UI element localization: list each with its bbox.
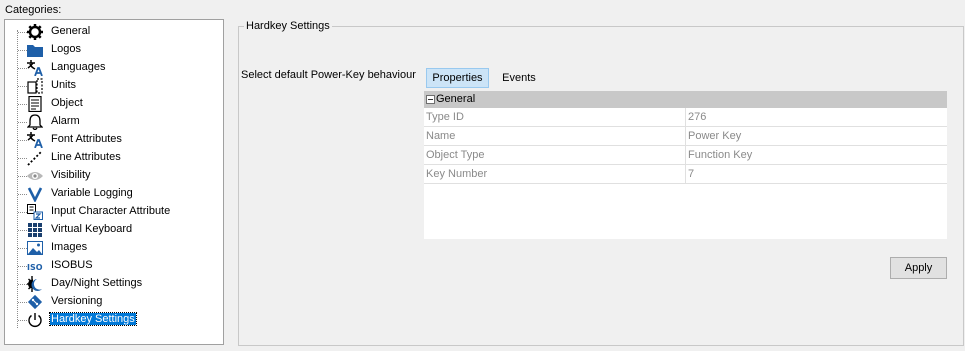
property-row[interactable]: Name Power Key xyxy=(424,127,947,146)
property-grid[interactable]: General Type ID 276 Name Power Key Objec… xyxy=(424,91,947,239)
property-key: Key Number xyxy=(426,168,488,180)
property-value: 7 xyxy=(688,168,695,180)
units-icon xyxy=(27,78,43,94)
tree-item-label: Units xyxy=(51,79,77,91)
bell-icon xyxy=(27,114,43,130)
property-value: Power Key xyxy=(688,130,742,142)
folder-icon xyxy=(27,42,43,58)
tree-item-object[interactable]: Object xyxy=(5,95,215,113)
gear-icon xyxy=(27,24,43,40)
tree-item-units[interactable]: Units xyxy=(5,77,215,95)
property-row[interactable]: Object Type Function Key xyxy=(424,146,947,165)
tree-item-label: Images xyxy=(51,241,88,253)
tree-item-label: General xyxy=(51,25,91,37)
day-night-icon xyxy=(27,276,43,292)
tree-item-line-attributes[interactable]: Line Attributes xyxy=(5,149,215,167)
versioning-icon xyxy=(27,294,43,310)
collapse-icon[interactable] xyxy=(426,95,435,104)
tree-item-label: Object xyxy=(51,97,83,109)
keyboard-icon xyxy=(27,222,43,238)
tree-item-label: Hardkey Settings xyxy=(49,312,137,326)
tree-item-label: Logos xyxy=(51,43,81,55)
categories-label: Categories: xyxy=(5,4,62,16)
tree-item-hardkey-settings[interactable]: Hardkey Settings xyxy=(5,311,215,329)
tree-item-label: Variable Logging xyxy=(51,187,133,199)
tree-item-label: Alarm xyxy=(51,115,80,127)
behaviour-label: Select default Power-Key behaviour xyxy=(241,69,416,81)
tree-item-label: Versioning xyxy=(51,295,103,307)
tree-item-general[interactable]: General xyxy=(5,23,215,41)
svg-text:ISO: ISO xyxy=(27,263,43,272)
tree-item-label: Visibility xyxy=(51,169,91,181)
tree-item-languages[interactable]: Languages xyxy=(5,59,215,77)
tree-item-logos[interactable]: Logos xyxy=(5,41,215,59)
font-icon xyxy=(27,132,43,148)
tree-item-label: Font Attributes xyxy=(51,133,122,145)
tab-events[interactable]: Events xyxy=(493,69,545,87)
input-char-icon xyxy=(27,204,43,220)
eye-icon xyxy=(27,168,43,184)
property-value: Function Key xyxy=(688,149,753,161)
tree-item-label: ISOBUS xyxy=(51,259,93,271)
section-title: General xyxy=(436,93,476,105)
tree-item-virtual-keyboard[interactable]: Virtual Keyboard xyxy=(5,221,215,239)
tree-item-font-attributes[interactable]: Font Attributes xyxy=(5,131,215,149)
tree-item-alarm[interactable]: Alarm xyxy=(5,113,215,131)
v-icon xyxy=(27,186,43,202)
tree-item-visibility[interactable]: Visibility xyxy=(5,167,215,185)
power-icon xyxy=(27,312,43,328)
property-key: Object Type xyxy=(426,149,485,161)
tree-item-isobus[interactable]: ISO ISOBUS xyxy=(5,257,215,275)
property-value: 276 xyxy=(688,111,707,123)
property-row[interactable]: Key Number 7 xyxy=(424,165,947,184)
groupbox-title: Hardkey Settings xyxy=(244,20,332,32)
apply-button[interactable]: Apply xyxy=(890,257,947,279)
image-icon xyxy=(27,240,43,256)
categories-tree[interactable]: General Logos Languages Units Object Ala… xyxy=(4,19,224,345)
property-row[interactable]: Type ID 276 xyxy=(424,108,947,127)
tree-item-label: Virtual Keyboard xyxy=(51,223,133,235)
document-icon xyxy=(27,96,43,112)
translate-icon xyxy=(27,60,43,76)
line-icon xyxy=(27,150,43,166)
tree-item-variable-logging[interactable]: Variable Logging xyxy=(5,185,215,203)
property-key: Name xyxy=(426,130,456,142)
property-key: Type ID xyxy=(426,111,464,123)
tree-item-label: Day/Night Settings xyxy=(51,277,143,289)
tree-item-label: Languages xyxy=(51,61,106,73)
tree-item-label: Input Character Attribute xyxy=(51,205,171,217)
tree-item-versioning[interactable]: Versioning xyxy=(5,293,215,311)
property-section-header[interactable]: General xyxy=(424,91,947,108)
tree-item-input-character-attribute[interactable]: Input Character Attribute xyxy=(5,203,215,221)
tree-item-day-night-settings[interactable]: Day/Night Settings xyxy=(5,275,215,293)
tree-item-label: Line Attributes xyxy=(51,151,121,163)
iso-icon: ISO xyxy=(27,258,43,274)
tab-properties[interactable]: Properties xyxy=(426,68,489,88)
tree-item-images[interactable]: Images xyxy=(5,239,215,257)
